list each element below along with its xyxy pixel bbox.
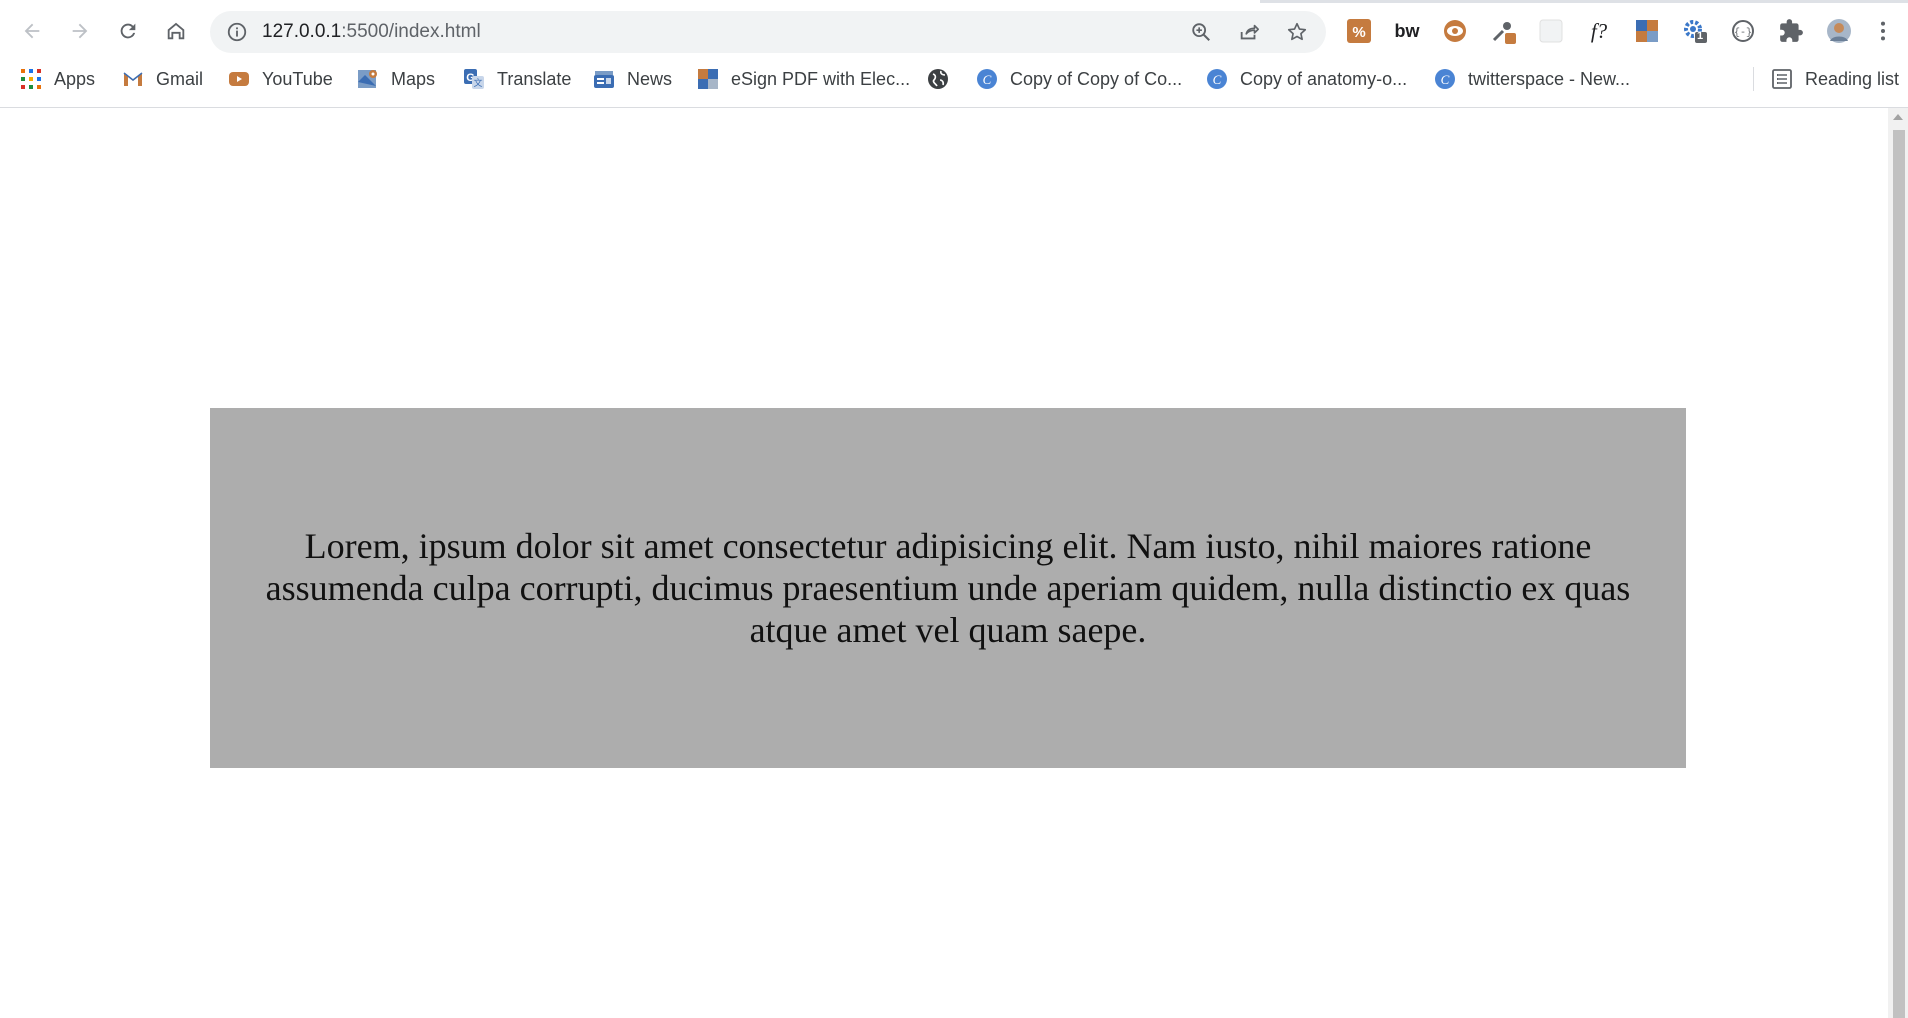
bookmark-esign[interactable]: eSign PDF with Elec... (697, 59, 910, 99)
bookmark-twitterspace[interactable]: C twitterspace - New... (1434, 59, 1630, 99)
avatar[interactable] (1825, 17, 1853, 45)
reload-icon (120, 23, 136, 39)
bookmark-maps[interactable]: Maps (357, 59, 435, 99)
bookmark-copy-of-copy[interactable]: C Copy of Copy of Co... (976, 59, 1182, 99)
esign-icon (697, 68, 719, 90)
whatfont-extension-label: f? (1590, 18, 1608, 43)
bookmark-gmail-label: Gmail (156, 68, 204, 89)
home-button[interactable] (158, 13, 194, 49)
forward-arrow-icon (72, 23, 88, 39)
bookmark-youtube-label: YouTube (262, 68, 333, 89)
content-box: Lorem, ipsum dolor sit amet consectetur … (210, 408, 1686, 768)
bookmark-news-label: News (627, 68, 673, 89)
gear-extension-icon[interactable]: 1 (1681, 17, 1709, 45)
home-icon (167, 22, 185, 40)
youtube-icon (228, 68, 250, 90)
back-button[interactable] (14, 13, 50, 49)
bw-extension-label: bw (1394, 20, 1420, 41)
bookmark-twitterspace-label: twitterspace - New... (1468, 68, 1631, 89)
blank-extension-icon[interactable] (1537, 17, 1565, 45)
globe-icon (927, 68, 949, 90)
url-path: :5500/index.html (341, 21, 481, 42)
svg-text:文: 文 (473, 77, 482, 88)
gear-extension-badge: 1 (1697, 30, 1704, 42)
address-bar[interactable]: 127.0.0.1:5500/index.html (210, 11, 1326, 53)
bookmark-copy-of-copy-label: Copy of Copy of Co... (1010, 68, 1183, 89)
bookmark-translate[interactable]: G文 Translate (463, 59, 571, 99)
scrollbar-thumb[interactable] (1893, 130, 1905, 1018)
vertical-scrollbar[interactable] (1888, 108, 1908, 1018)
svg-text:C: C (983, 72, 992, 87)
code-extension-icon[interactable]: {-} (1729, 17, 1757, 45)
reading-list-icon (1771, 68, 1793, 90)
bookmarks-divider (1753, 67, 1754, 91)
c-circle-icon: C (1434, 68, 1456, 90)
eyedropper-extension-icon[interactable] (1489, 17, 1517, 45)
bookmark-apps-label: Apps (54, 68, 96, 89)
c-circle-icon: C (976, 68, 998, 90)
bookmark-esign-label: eSign PDF with Elec... (731, 68, 911, 89)
svg-text:{-}: {-} (1734, 27, 1752, 39)
forward-button[interactable] (62, 13, 98, 49)
lorem-paragraph: Lorem, ipsum dolor sit amet consectetur … (265, 526, 1631, 650)
bookmark-star-icon[interactable] (1286, 21, 1308, 43)
translate-icon: G文 (463, 68, 485, 90)
bookmark-youtube[interactable]: YouTube (228, 59, 333, 99)
svg-text:%: % (1352, 24, 1365, 41)
url-text[interactable]: 127.0.0.1:5500/index.html (262, 11, 481, 53)
bookmark-apps[interactable]: Apps (20, 59, 95, 99)
menu-kebab-icon[interactable] (1873, 17, 1893, 45)
gmail-icon (122, 68, 144, 90)
bw-extension-icon[interactable]: bw (1393, 17, 1421, 45)
reload-button[interactable] (110, 13, 146, 49)
reading-list-button[interactable]: Reading list (1771, 59, 1899, 99)
share-icon[interactable] (1238, 21, 1260, 43)
bookmark-translate-label: Translate (497, 68, 572, 89)
eye-extension-icon[interactable] (1441, 17, 1469, 45)
scroll-up-arrow-icon[interactable] (1893, 114, 1903, 120)
bookmark-gmail[interactable]: Gmail (122, 59, 203, 99)
bookmark-globe[interactable] (927, 59, 961, 99)
svg-text:C: C (1213, 72, 1222, 87)
reading-list-label: Reading list (1805, 68, 1900, 89)
puzzle-icon[interactable] (1777, 17, 1805, 45)
bookmark-copy-of-anatomy-label: Copy of anatomy-o... (1240, 68, 1408, 89)
news-icon (593, 68, 615, 90)
url-host: 127.0.0.1 (262, 21, 342, 42)
page-viewport: Lorem, ipsum dolor sit amet consectetur … (0, 108, 1888, 1018)
c-circle-icon: C (1206, 68, 1228, 90)
bookmark-news[interactable]: News (593, 59, 672, 99)
colorzilla-extension-icon[interactable] (1633, 17, 1661, 45)
svg-text:C: C (1441, 72, 1450, 87)
percent-extension-icon[interactable]: % (1345, 17, 1373, 45)
bookmarks-bar: Apps Gmail YouTube Maps G文 Translate New… (0, 59, 1908, 108)
apps-grid-icon (20, 68, 42, 90)
bookmark-maps-label: Maps (391, 68, 436, 89)
maps-icon (357, 68, 379, 90)
zoom-icon[interactable] (1190, 21, 1212, 43)
site-info-icon[interactable] (226, 21, 248, 43)
back-arrow-icon (24, 23, 40, 39)
bookmark-copy-of-anatomy[interactable]: C Copy of anatomy-o... (1206, 59, 1407, 99)
browser-toolbar: 127.0.0.1:5500/index.html % bw f? 1 {-} (0, 3, 1908, 59)
whatfont-extension-icon[interactable]: f? (1585, 17, 1613, 45)
